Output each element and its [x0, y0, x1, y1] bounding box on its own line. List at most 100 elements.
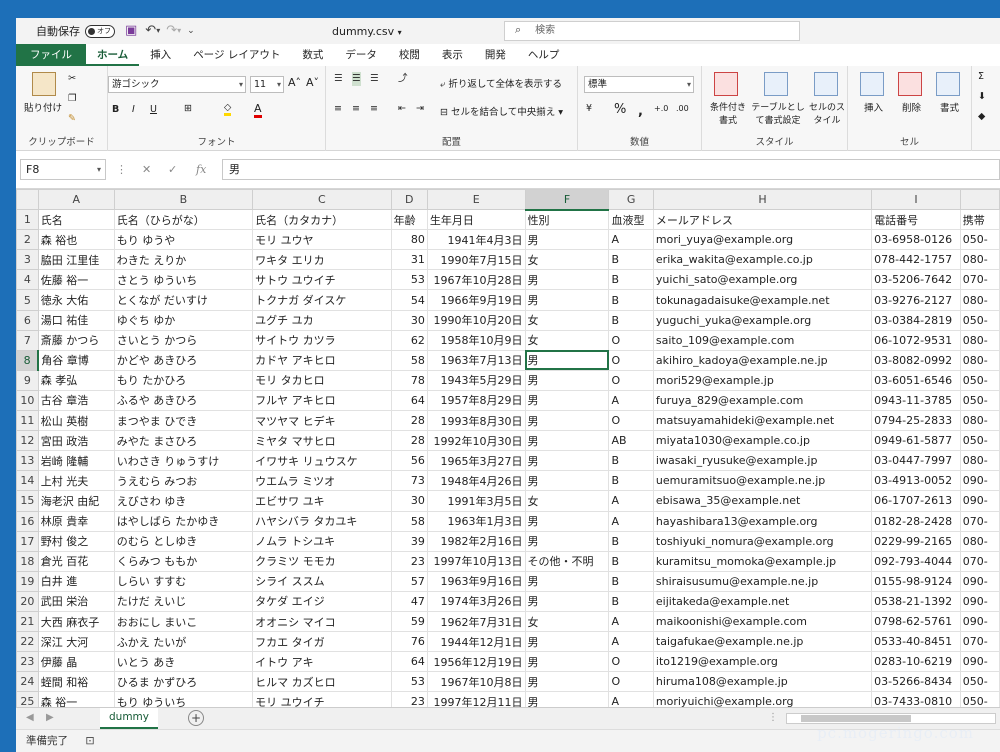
tab-home[interactable]: ホーム [86, 44, 140, 66]
table-cell[interactable]: 女 [524, 329, 610, 351]
table-cell[interactable]: 050- [959, 691, 1000, 707]
table-cell[interactable]: サイトウ カツラ [252, 329, 392, 351]
table-cell[interactable]: B [608, 249, 654, 271]
table-cell[interactable]: 070- [959, 550, 1000, 572]
row-header[interactable]: 17 [16, 530, 39, 552]
tab-help[interactable]: ヘルプ [517, 44, 571, 66]
table-cell[interactable]: 徳永 大佑 [37, 289, 115, 311]
table-cell[interactable]: おおにし まいこ [113, 610, 254, 633]
comma-icon[interactable]: , [638, 104, 643, 119]
table-cell[interactable]: 大西 麻衣子 [37, 610, 115, 633]
align-top-icon[interactable]: ☰ [334, 72, 343, 86]
table-cell[interactable]: いわさき りゅうすけ [113, 450, 254, 472]
table-cell[interactable]: 氏名（カタカナ） [252, 209, 392, 231]
table-cell[interactable]: 0794-25-2833 [871, 410, 961, 432]
table-cell[interactable]: 57 [390, 570, 428, 592]
table-cell[interactable]: 090- [959, 590, 1000, 612]
table-cell[interactable]: その他・不明 [524, 550, 610, 572]
bold-icon[interactable]: B [112, 104, 119, 115]
table-cell[interactable]: ユグチ ユカ [252, 309, 392, 331]
fill-icon[interactable]: ⬇ [978, 90, 986, 104]
table-cell[interactable]: shiraisusumu@example.ne.jp [652, 570, 873, 592]
row-header[interactable]: 1 [16, 209, 39, 231]
row-header[interactable]: 9 [16, 369, 39, 391]
table-cell[interactable]: ゆぐち ゆか [113, 309, 254, 331]
undo-icon[interactable]: ↶ [145, 24, 156, 38]
table-cell[interactable]: 男 [524, 590, 610, 612]
table-cell[interactable]: saito_109@example.com [652, 329, 873, 351]
table-cell[interactable]: エビサワ ユキ [252, 490, 392, 512]
table-cell[interactable]: 0182-28-2428 [871, 510, 961, 532]
formula-input[interactable]: 男 [222, 159, 1000, 180]
table-cell[interactable]: B [608, 550, 654, 572]
table-cell[interactable]: 64 [390, 389, 428, 412]
table-cell[interactable]: 03-8082-0992 [871, 349, 961, 371]
font-name-select[interactable]: 游ゴシック ▾ [108, 76, 246, 93]
table-cell[interactable]: くらみつ ももか [113, 550, 254, 572]
table-cell[interactable]: 62 [390, 329, 428, 351]
row-header[interactable]: 7 [16, 329, 39, 351]
table-cell[interactable]: 1974年3月26日 [426, 590, 526, 612]
column-header[interactable]: F [524, 189, 610, 211]
orientation-icon[interactable]: ⤴ [398, 72, 408, 86]
undo-dropdown-icon[interactable]: ▾ [156, 24, 160, 38]
row-header[interactable]: 23 [16, 651, 39, 673]
table-cell[interactable]: しらい すすむ [113, 570, 254, 592]
table-cell[interactable]: 氏名（ひらがな） [113, 209, 254, 231]
tab-insert[interactable]: 挿入 [139, 44, 182, 66]
next-sheet-icon[interactable]: ▶ [46, 711, 54, 725]
table-cell[interactable]: 23 [390, 550, 428, 572]
table-cell[interactable]: もり たかひろ [113, 369, 254, 391]
table-cell[interactable]: B [608, 450, 654, 472]
table-cell[interactable]: 生年月日 [426, 209, 526, 231]
table-cell[interactable]: イトウ アキ [252, 651, 392, 673]
table-cell[interactable]: erika_wakita@example.co.jp [652, 249, 873, 271]
table-cell[interactable]: A [608, 691, 654, 707]
table-cell[interactable]: 0798-62-5761 [871, 610, 961, 633]
table-cell[interactable]: 男 [524, 691, 610, 707]
table-cell[interactable]: 56 [390, 450, 428, 472]
row-header[interactable]: 5 [16, 289, 39, 311]
conditional-format-icon[interactable] [714, 72, 738, 96]
table-cell[interactable]: 1957年8月29日 [426, 389, 526, 412]
align-right-icon[interactable]: ≡ [370, 102, 378, 116]
row-header[interactable]: 6 [16, 309, 39, 331]
table-cell[interactable]: 078-442-1757 [871, 249, 961, 271]
row-header[interactable]: 15 [16, 490, 39, 512]
table-cell[interactable]: 090- [959, 651, 1000, 673]
table-cell[interactable]: 氏名 [37, 209, 115, 231]
table-cell[interactable]: オオニシ マイコ [252, 610, 392, 633]
table-cell[interactable]: たけだ えいじ [113, 590, 254, 612]
row-header[interactable]: 21 [16, 610, 39, 633]
more-icon[interactable]: ⋮ [768, 711, 778, 725]
column-header[interactable] [959, 189, 1000, 211]
fill-color-icon[interactable]: ◇ [224, 102, 232, 116]
table-cell[interactable]: 男 [524, 229, 610, 251]
row-header[interactable]: 11 [16, 410, 39, 432]
table-cell[interactable]: 76 [390, 631, 428, 653]
table-cell[interactable]: 男 [524, 349, 610, 371]
table-cell[interactable]: 0538-21-1392 [871, 590, 961, 612]
table-cell[interactable]: 男 [524, 269, 610, 291]
table-cell[interactable]: 0229-99-2165 [871, 530, 961, 552]
format-cells-button[interactable]: 書式 [940, 100, 959, 114]
decrease-indent-icon[interactable]: ⇤ [398, 102, 406, 116]
table-cell[interactable]: taigafukae@example.ne.jp [652, 631, 873, 653]
table-cell[interactable]: B [608, 570, 654, 592]
paste-button[interactable]: 貼り付け [24, 100, 62, 114]
table-cell[interactable]: 1991年3月5日 [426, 490, 526, 512]
border-icon[interactable]: ⊞ [184, 102, 192, 116]
insert-function-icon[interactable]: fx [196, 163, 206, 176]
table-cell[interactable]: maikoonishi@example.com [652, 610, 873, 633]
table-cell[interactable]: 080- [959, 249, 1000, 271]
table-cell[interactable]: 050- [959, 671, 1000, 693]
table-cell[interactable]: O [608, 671, 654, 693]
table-cell[interactable]: 0155-98-9124 [871, 570, 961, 592]
table-cell[interactable]: みやた まさひろ [113, 430, 254, 452]
table-cell[interactable]: 050- [959, 229, 1000, 251]
table-cell[interactable]: 1997年10月13日 [426, 550, 526, 572]
table-cell[interactable]: 050- [959, 309, 1000, 331]
table-cell[interactable]: さいとう かつら [113, 329, 254, 351]
column-header[interactable]: G [608, 189, 654, 211]
table-cell[interactable]: kuramitsu_momoka@example.jp [652, 550, 873, 572]
